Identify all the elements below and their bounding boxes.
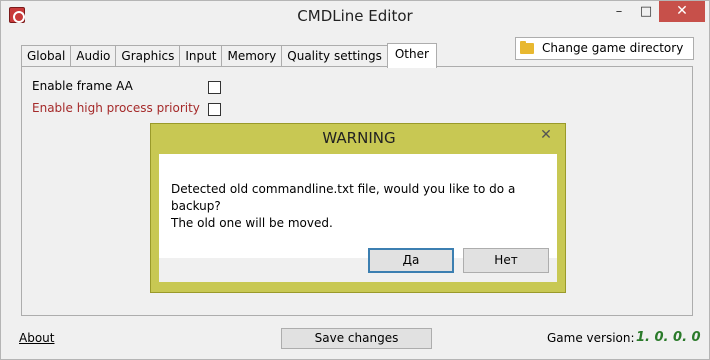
app-window: CMDLine Editor – □ ✕ Global Audio Graphi… (0, 0, 710, 360)
tab-global[interactable]: Global (21, 45, 72, 67)
dialog-body: Detected old commandline.txt file, would… (159, 154, 557, 258)
warning-dialog: WARNING ✕ Detected old commandline.txt f… (150, 123, 566, 293)
change-directory-button[interactable]: Change game directory (515, 37, 694, 60)
dialog-close-button[interactable]: ✕ (526, 124, 566, 146)
option-label-high-priority: Enable high process priority (32, 101, 200, 115)
option-label-frame-aa: Enable frame AA (32, 79, 133, 93)
dialog-yes-button[interactable]: Да (368, 248, 454, 273)
save-changes-button[interactable]: Save changes (281, 328, 432, 349)
about-link[interactable]: About (19, 331, 54, 345)
minimize-button[interactable]: – (605, 1, 633, 22)
close-button[interactable]: ✕ (659, 1, 705, 22)
high-priority-checkbox[interactable] (208, 103, 221, 116)
frame-aa-checkbox[interactable] (208, 81, 221, 94)
tab-memory[interactable]: Memory (221, 45, 283, 67)
dialog-message-line1: Detected old commandline.txt file, would… (171, 182, 516, 213)
dialog-message: Detected old commandline.txt file, would… (171, 181, 557, 232)
window-title: CMDLine Editor (297, 7, 413, 25)
tab-strip: Global Audio Graphics Input Memory Quali… (21, 43, 437, 68)
tab-input[interactable]: Input (179, 45, 223, 67)
dialog-no-button[interactable]: Нет (463, 248, 549, 273)
game-version-label: Game version: (547, 331, 635, 345)
maximize-button[interactable]: □ (633, 1, 659, 22)
tab-graphics[interactable]: Graphics (115, 45, 181, 67)
tab-quality-settings[interactable]: Quality settings (281, 45, 388, 67)
dialog-title: WARNING (322, 129, 396, 147)
title-bar: CMDLine Editor – □ ✕ (1, 1, 709, 31)
change-directory-label: Change game directory (542, 41, 684, 55)
game-version-value: 1. 0. 0. 0 (636, 330, 701, 345)
tab-audio[interactable]: Audio (70, 45, 117, 67)
dialog-message-line2: The old one will be moved. (171, 216, 333, 230)
folder-icon (520, 41, 534, 54)
tab-other[interactable]: Other (386, 43, 437, 68)
